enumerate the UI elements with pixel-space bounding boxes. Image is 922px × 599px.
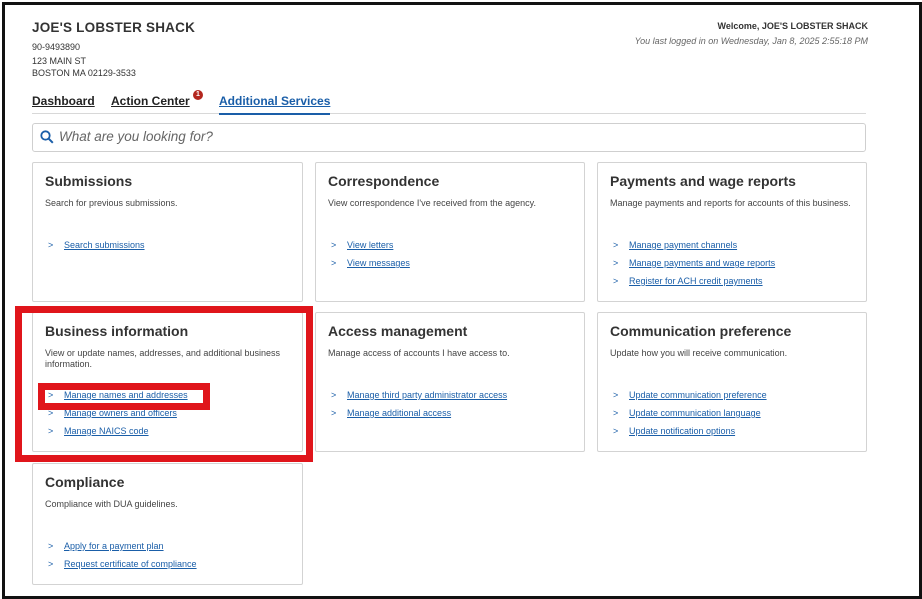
link-list: > Manage payment channels > Manage payment… (613, 240, 775, 294)
link-manage-names-addresses[interactable]: Manage names and addresses (64, 390, 188, 400)
chevron-right-icon: > (48, 541, 54, 551)
search-input[interactable]: What are you looking for? (32, 123, 866, 152)
chevron-right-icon: > (613, 408, 619, 418)
link-list: > Apply for a payment plan > Request certi… (48, 541, 197, 577)
chevron-right-icon: > (48, 559, 54, 569)
card-description: Manage access of accounts I have access … (328, 348, 510, 358)
link-manage-payment-channels[interactable]: Manage payment channels (629, 240, 737, 250)
link-manage-additional-access[interactable]: Manage additional access (347, 408, 451, 418)
card-description: Compliance with DUA guidelines. (45, 499, 178, 509)
card-title: Payments and wage reports (610, 173, 796, 189)
card-title: Correspondence (328, 173, 440, 189)
card-communication-preference: Communication preference Update how you … (597, 312, 867, 452)
chevron-right-icon: > (48, 408, 54, 418)
link-update-communication-preference[interactable]: Update communication preference (629, 390, 767, 400)
link-list: > View letters > View messages (331, 240, 410, 276)
tab-bar: Dashboard Action Center 1 Additional Ser… (32, 90, 866, 115)
search-placeholder: What are you looking for? (59, 129, 213, 144)
chevron-right-icon: > (613, 390, 619, 400)
card-compliance: Compliance Compliance with DUA guideline… (32, 463, 303, 585)
address-line-2: BOSTON MA 02129-3533 (32, 68, 136, 78)
link-request-certificate-compliance[interactable]: Request certificate of compliance (64, 559, 197, 569)
link-list: > Manage names and addresses > Manage owne… (48, 390, 188, 444)
chevron-right-icon: > (331, 408, 337, 418)
link-manage-naics-code[interactable]: Manage NAICS code (64, 426, 149, 436)
link-view-messages[interactable]: View messages (347, 258, 410, 268)
link-update-communication-language[interactable]: Update communication language (629, 408, 761, 418)
link-list: > Update communication preference > Update… (613, 390, 767, 444)
card-description: Search for previous submissions. (45, 198, 178, 208)
link-list: > Search submissions (48, 240, 145, 258)
link-list: > Manage third party administrator access… (331, 390, 507, 426)
chevron-right-icon: > (613, 426, 619, 436)
card-title: Communication preference (610, 323, 792, 339)
card-title: Business information (45, 323, 189, 339)
tab-dashboard[interactable]: Dashboard (32, 94, 95, 108)
chevron-right-icon: > (331, 390, 337, 400)
business-name: JOE'S LOBSTER SHACK (32, 20, 196, 35)
tab-additional-services[interactable]: Additional Services (219, 94, 331, 115)
card-access-management: Access management Manage access of accou… (315, 312, 585, 452)
link-manage-owners-officers[interactable]: Manage owners and officers (64, 408, 177, 418)
chevron-right-icon: > (48, 390, 54, 400)
card-correspondence: Correspondence View correspondence I've … (315, 162, 585, 302)
card-title: Compliance (45, 474, 125, 490)
link-register-ach[interactable]: Register for ACH credit payments (629, 276, 763, 286)
chevron-right-icon: > (613, 258, 619, 268)
account-id: 90-9493890 (32, 42, 81, 52)
notification-badge: 1 (193, 90, 203, 100)
card-description: View or update names, addresses, and add… (45, 348, 280, 369)
card-payments: Payments and wage reports Manage payment… (597, 162, 867, 302)
chevron-right-icon: > (331, 258, 337, 268)
card-title: Access management (328, 323, 468, 339)
link-manage-tpa-access[interactable]: Manage third party administrator access (347, 390, 507, 400)
card-title: Submissions (45, 173, 133, 189)
card-description: Manage payments and reports for accounts… (610, 198, 851, 208)
chevron-right-icon: > (613, 240, 619, 250)
chevron-right-icon: > (48, 240, 54, 250)
card-submissions: Submissions Search for previous submissi… (32, 162, 303, 302)
link-search-submissions[interactable]: Search submissions (64, 240, 145, 250)
chevron-right-icon: > (48, 426, 54, 436)
last-login: You last logged in on Wednesday, Jan 8, … (634, 36, 868, 46)
card-description: View correspondence I've received from t… (328, 198, 536, 208)
chevron-right-icon: > (613, 276, 619, 286)
link-manage-payments-wage-reports[interactable]: Manage payments and wage reports (629, 258, 775, 268)
address-line-1: 123 MAIN ST (32, 56, 87, 66)
card-business-information: Business information View or update name… (32, 312, 303, 452)
link-apply-payment-plan[interactable]: Apply for a payment plan (64, 541, 164, 551)
link-update-notification-options[interactable]: Update notification options (629, 426, 735, 436)
welcome-message: Welcome, JOE'S LOBSTER SHACK (717, 21, 868, 31)
chevron-right-icon: > (331, 240, 337, 250)
search-icon (40, 130, 54, 144)
tab-action-center[interactable]: Action Center (111, 94, 190, 108)
link-view-letters[interactable]: View letters (347, 240, 393, 250)
card-description: Update how you will receive communicatio… (610, 348, 788, 358)
